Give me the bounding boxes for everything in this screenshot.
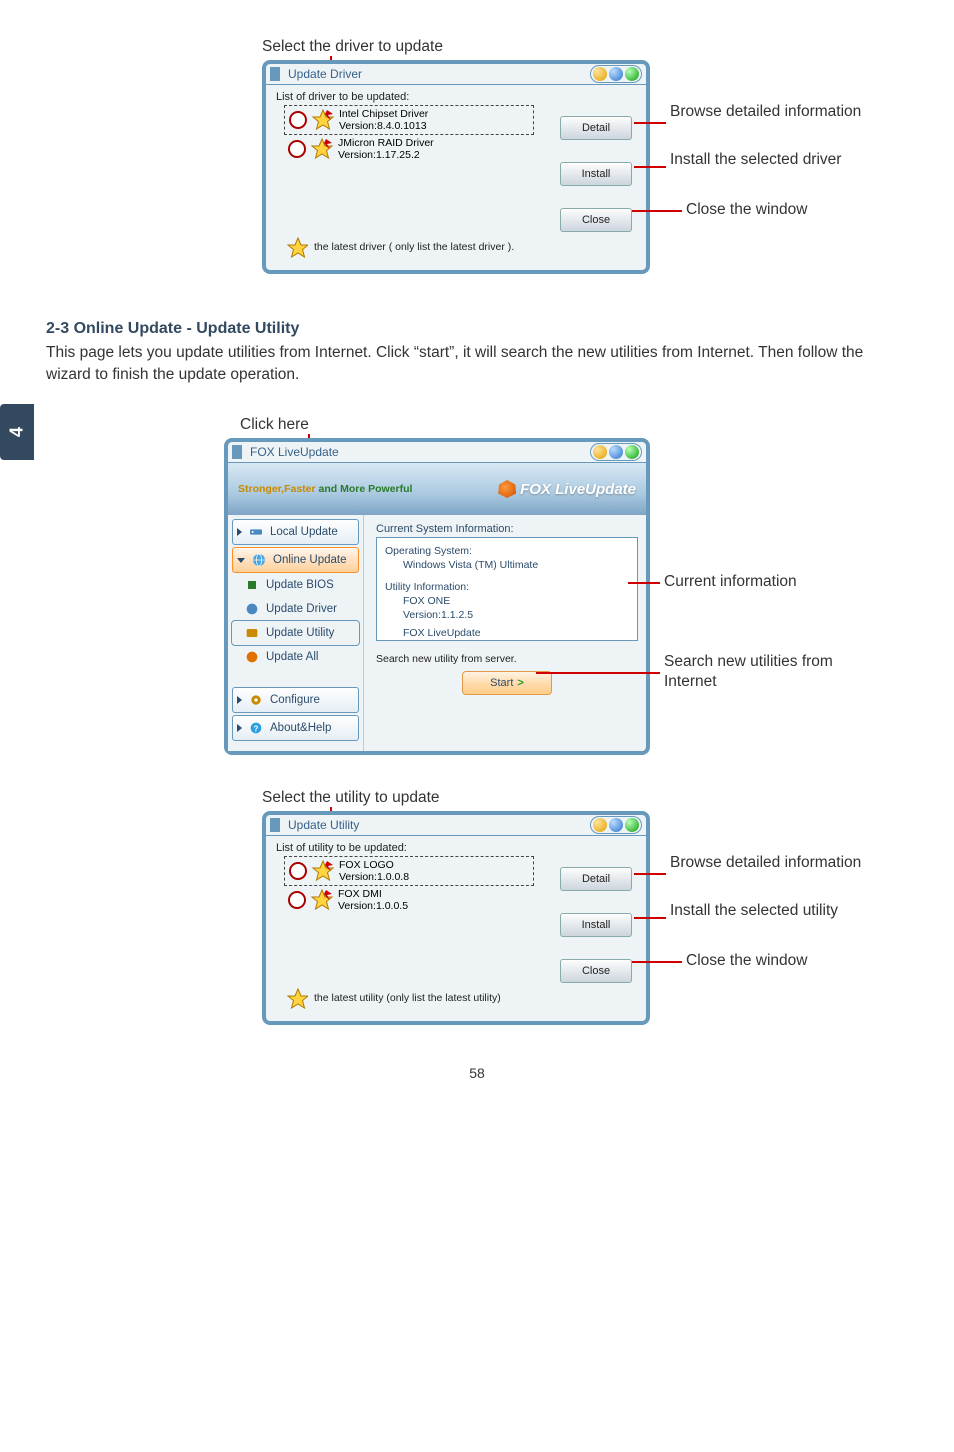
- liveupdate-title: FOX LiveUpdate: [250, 445, 339, 459]
- driver-list-label: List of driver to be updated:: [266, 85, 646, 105]
- utility-item-1[interactable]: FOX LOGO Version:1.0.0.8: [284, 856, 534, 886]
- select-utility-caption: Select the utility to update: [262, 789, 440, 807]
- triangle-icon: [237, 696, 242, 704]
- fox-icon: [498, 480, 516, 498]
- sidebar-about-help[interactable]: ? About&Help: [232, 715, 359, 741]
- current-system-label: Current System Information:: [376, 523, 638, 535]
- star-arrow-icon: [311, 859, 335, 883]
- fox-liveupdate-logo: FOX LiveUpdate: [498, 480, 636, 498]
- radio-icon[interactable]: [289, 111, 307, 129]
- note-detail: Browse detailed information: [670, 102, 870, 122]
- close-button[interactable]: Close: [560, 959, 632, 983]
- star-arrow-icon: [310, 137, 334, 161]
- drive-icon: [248, 524, 264, 540]
- triangle-icon: [237, 724, 242, 732]
- start-button[interactable]: Start>: [462, 671, 552, 695]
- search-label: Search new utility from server.: [376, 653, 638, 665]
- install-button[interactable]: Install: [560, 162, 632, 186]
- window-controls: [590, 816, 642, 834]
- close-button[interactable]: Close: [560, 208, 632, 232]
- close-icon[interactable]: [625, 818, 639, 832]
- legend-text: the latest utility (only list the latest…: [314, 992, 501, 1004]
- arrow-icon: >: [517, 677, 523, 689]
- driver-item-1-text: Intel Chipset Driver Version:8.4.0.1013: [339, 108, 428, 132]
- detail-button[interactable]: Detail: [560, 116, 632, 140]
- detail-button[interactable]: Detail: [560, 867, 632, 891]
- utility-icon: [244, 625, 260, 641]
- radio-icon[interactable]: [288, 891, 306, 909]
- install-button[interactable]: Install: [560, 913, 632, 937]
- section-heading: 2-3 Online Update - Update Utility: [46, 320, 908, 338]
- page-tab: 4: [0, 404, 34, 460]
- utility-item-2[interactable]: FOX DMI Version:1.0.0.5: [284, 886, 532, 914]
- driver-icon: [244, 601, 260, 617]
- maximize-icon[interactable]: [609, 445, 623, 459]
- update-all-icon: [244, 649, 260, 665]
- utility-item-2-text: FOX DMI Version:1.0.0.5: [338, 888, 408, 912]
- update-driver-title: Update Driver: [288, 67, 362, 81]
- minimize-icon[interactable]: [593, 67, 607, 81]
- note-install-3: Install the selected utility: [670, 901, 890, 921]
- section-body: This page lets you update utilities from…: [46, 342, 908, 386]
- note-close-3: Close the window: [686, 951, 807, 971]
- svg-text:?: ?: [254, 724, 259, 733]
- note-current-info: Current information: [664, 572, 797, 592]
- sidebar-update-all[interactable]: Update All: [232, 645, 359, 669]
- triangle-down-icon: [237, 558, 245, 563]
- sidebar-update-utility[interactable]: Update Utility: [232, 621, 359, 645]
- radio-icon[interactable]: [289, 862, 307, 880]
- star-icon: [286, 987, 308, 1009]
- sidebar-update-driver[interactable]: Update Driver: [232, 597, 359, 621]
- system-info-box: Operating System: Windows Vista (TM) Ult…: [376, 537, 638, 641]
- minimize-icon[interactable]: [593, 445, 607, 459]
- select-driver-caption: Select the driver to update: [262, 38, 443, 56]
- note-detail-3: Browse detailed information: [670, 853, 870, 873]
- gear-icon: [248, 692, 264, 708]
- help-icon: ?: [248, 720, 264, 736]
- star-arrow-icon: [311, 108, 335, 132]
- driver-item-2[interactable]: JMicron RAID Driver Version:1.17.25.2: [284, 135, 532, 163]
- star-icon: [286, 236, 308, 258]
- triangle-icon: [237, 528, 242, 536]
- driver-item-2-text: JMicron RAID Driver Version:1.17.25.2: [338, 137, 434, 161]
- window-controls: [590, 65, 642, 83]
- sidebar-update-bios[interactable]: Update BIOS: [232, 573, 359, 597]
- driver-item-1[interactable]: Intel Chipset Driver Version:8.4.0.1013: [284, 105, 534, 135]
- update-utility-title: Update Utility: [288, 818, 359, 832]
- sidebar-local-update[interactable]: Local Update: [232, 519, 359, 545]
- close-icon[interactable]: [625, 67, 639, 81]
- utility-list-label: List of utility to be updated:: [266, 836, 646, 856]
- note-install: Install the selected driver: [670, 150, 890, 170]
- chip-icon: [244, 577, 260, 593]
- maximize-icon[interactable]: [609, 67, 623, 81]
- page-number: 58: [0, 1065, 954, 1081]
- sidebar-online-update[interactable]: Online Update: [232, 547, 359, 573]
- note-search: Search new utilities from Internet: [664, 652, 884, 692]
- globe-icon: [251, 552, 267, 568]
- click-here-caption: Click here: [240, 416, 309, 434]
- note-close: Close the window: [686, 200, 807, 220]
- window-controls: [590, 443, 642, 461]
- radio-icon[interactable]: [288, 140, 306, 158]
- sidebar-configure[interactable]: Configure: [232, 687, 359, 713]
- maximize-icon[interactable]: [609, 818, 623, 832]
- slogan: Stronger,Faster and More Powerful: [238, 483, 412, 495]
- close-icon[interactable]: [625, 445, 639, 459]
- star-arrow-icon: [310, 888, 334, 912]
- utility-item-1-text: FOX LOGO Version:1.0.0.8: [339, 859, 409, 883]
- legend-text: the latest driver ( only list the latest…: [314, 241, 514, 253]
- minimize-icon[interactable]: [593, 818, 607, 832]
